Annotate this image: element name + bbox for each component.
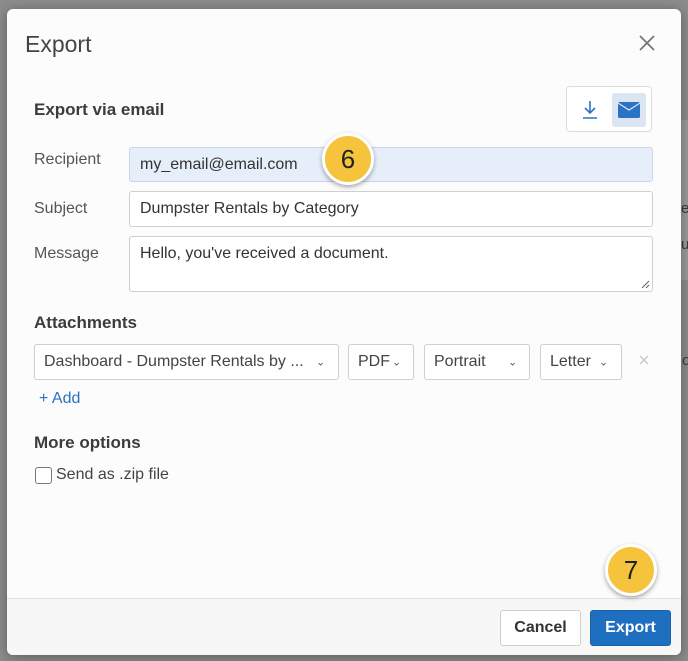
message-label: Message	[34, 245, 99, 262]
message-textarea[interactable]: Hello, you've received a document.	[129, 236, 653, 292]
step-badge-7: 7	[605, 544, 657, 596]
cancel-button[interactable]: Cancel	[500, 610, 581, 646]
step-badge-6: 6	[322, 133, 374, 185]
attachment-paper-size-value: Letter	[550, 353, 591, 370]
section-title-more-options: More options	[34, 433, 141, 452]
chevron-down-icon: ⌄	[599, 356, 609, 369]
export-dialog: Export Export via email Recipient my_ema…	[7, 9, 681, 655]
attachment-format-select[interactable]: PDF ⌄	[348, 344, 414, 380]
section-title-attachments: Attachments	[34, 313, 137, 332]
chevron-down-icon: ⌄	[508, 356, 518, 369]
recipient-input[interactable]: my_email@email.com	[129, 147, 653, 182]
download-mode-button[interactable]	[573, 93, 607, 127]
zip-checkbox-label[interactable]: Send as .zip file	[56, 466, 169, 484]
close-icon	[639, 35, 655, 51]
attachment-orientation-select[interactable]: Portrait ⌄	[424, 344, 530, 380]
subject-label: Subject	[34, 200, 88, 217]
attachment-document-select[interactable]: Dashboard - Dumpster Rentals by ... ⌄	[34, 344, 339, 380]
subject-input[interactable]: Dumpster Rentals by Category	[129, 191, 653, 227]
background-app-text: o	[682, 352, 688, 369]
dialog-footer: Cancel Export	[7, 598, 681, 655]
download-icon	[583, 101, 597, 119]
section-title-export-via-email: Export via email	[34, 100, 165, 119]
add-attachment-link[interactable]: + Add	[39, 390, 80, 408]
attachment-paper-size-select[interactable]: Letter ⌄	[540, 344, 622, 380]
remove-attachment-icon[interactable]	[636, 352, 652, 368]
subject-value: Dumpster Rentals by Category	[140, 200, 359, 217]
zip-checkbox[interactable]	[35, 467, 52, 484]
background-app-text: u	[681, 236, 688, 253]
background-app-text: e	[681, 200, 688, 217]
message-value: Hello, you've received a document.	[140, 245, 389, 262]
export-button[interactable]: Export	[590, 610, 671, 646]
recipient-value: my_email@email.com	[140, 155, 298, 173]
recipient-label: Recipient	[34, 151, 101, 168]
chevron-down-icon: ⌄	[316, 356, 326, 369]
email-mode-button[interactable]	[612, 93, 646, 127]
resize-grip-icon[interactable]	[640, 279, 650, 289]
attachment-document-value: Dashboard - Dumpster Rentals by ...	[44, 353, 304, 370]
close-button[interactable]	[635, 31, 659, 55]
chevron-down-icon: ⌄	[392, 356, 402, 369]
attachment-orientation-value: Portrait	[434, 353, 486, 370]
attachment-format-value: PDF	[358, 353, 390, 370]
export-mode-switch	[566, 86, 652, 132]
dialog-title: Export	[25, 31, 92, 57]
envelope-icon	[617, 102, 641, 118]
